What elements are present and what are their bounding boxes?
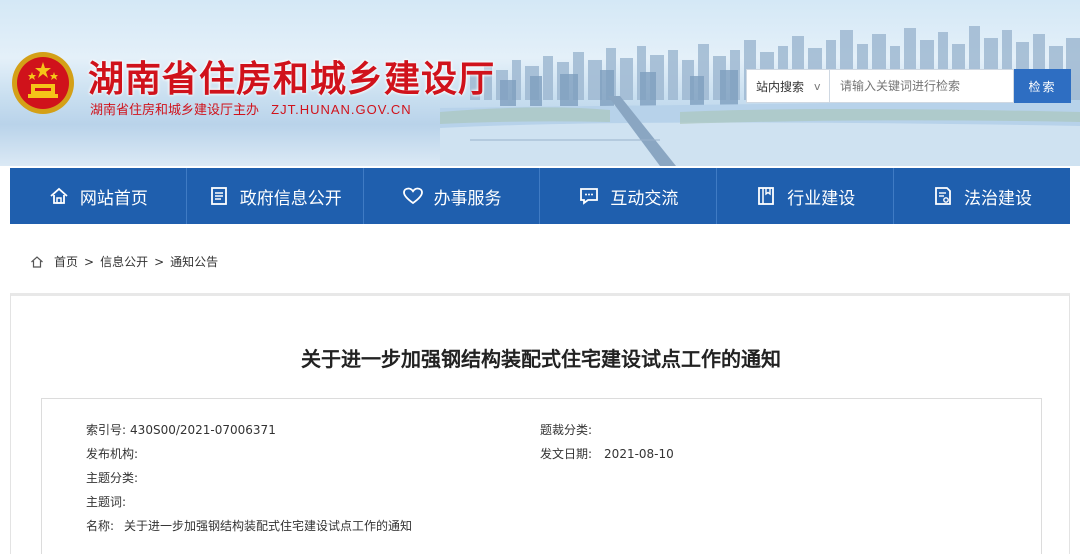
document-list-icon	[210, 187, 227, 205]
search-scope-label: 站内搜索	[756, 79, 805, 94]
meta-name-value: 关于进一步加强钢结构装配式住宅建设试点工作的通知	[124, 519, 413, 533]
site-subtitle-text: 湖南省住房和城乡建设厅主办	[90, 103, 260, 118]
meta-date-value: 2021-08-10	[604, 447, 674, 461]
meta-topic-label: 主题分类:	[86, 471, 139, 485]
nav-item-label: 办事服务	[433, 188, 502, 209]
search-scope-select[interactable]: 站内搜索 v	[746, 69, 830, 103]
home-icon	[50, 187, 68, 204]
nav-item-label: 行业建设	[787, 188, 856, 209]
site-title[interactable]: 湖南省住房和城乡建设厅	[88, 50, 495, 102]
nav-item-label: 互动交流	[610, 188, 679, 209]
meta-name-label: 名称:	[86, 519, 115, 533]
site-url: ZJT.HUNAN.GOV.CN	[271, 102, 412, 117]
nav-item-label: 政府信息公开	[239, 188, 342, 209]
article-title: 关于进一步加强钢结构装配式住宅建设试点工作的通知	[301, 347, 781, 371]
meta-date-label: 发文日期:	[540, 447, 593, 461]
search-input[interactable]	[830, 69, 1014, 103]
law-document-icon	[935, 187, 951, 205]
breadcrumb-separator: >	[84, 254, 95, 269]
meta-topic: 主题分类:	[86, 469, 142, 486]
nav-item-industry[interactable]: 行业建设	[717, 168, 895, 224]
nav-item-gov-info[interactable]: 政府信息公开	[187, 168, 364, 224]
meta-category-label: 题裁分类:	[540, 423, 593, 437]
nav-item-label: 法治建设	[964, 188, 1033, 209]
breadcrumb-separator: >	[154, 254, 165, 269]
meta-keywords: 主题词:	[86, 493, 130, 510]
meta-org-label: 发布机构:	[86, 447, 139, 461]
meta-category: 题裁分类:	[540, 421, 596, 438]
national-emblem-icon	[12, 52, 74, 114]
main-nav: 网站首页 政府信息公开 办事服务 互动交流 行业建设 法治建设	[10, 168, 1070, 224]
nav-item-home[interactable]: 网站首页	[10, 168, 187, 224]
chat-icon	[580, 188, 599, 205]
book-icon	[758, 187, 775, 205]
meta-date: 发文日期: 2021-08-10	[540, 445, 674, 462]
heart-icon	[402, 187, 423, 205]
chevron-down-icon: v	[814, 79, 821, 93]
nav-item-label: 网站首页	[79, 188, 148, 209]
meta-index: 索引号: 430S00/2021-07006371	[86, 421, 276, 438]
article-panel: 关于进一步加强钢结构装配式住宅建设试点工作的通知 索引号: 430S00/2021…	[10, 293, 1070, 554]
meta-keywords-label: 主题词:	[86, 495, 127, 509]
meta-index-label: 索引号:	[86, 423, 127, 437]
site-subtitle: 湖南省住房和城乡建设厅主办 ZJT.HUNAN.GOV.CN	[90, 99, 412, 118]
search-bar: 站内搜索 v 检索	[746, 69, 1071, 103]
nav-item-law[interactable]: 法治建设	[894, 168, 1070, 224]
article-meta-box: 索引号: 430S00/2021-07006371 题裁分类: 发布机构: 发文日…	[41, 398, 1042, 554]
breadcrumb-home[interactable]: 首页	[54, 253, 78, 270]
breadcrumb-info-public[interactable]: 信息公开	[100, 253, 148, 270]
header-banner: 湖南省住房和城乡建设厅 湖南省住房和城乡建设厅主办 ZJT.HUNAN.GOV.…	[0, 0, 1080, 166]
home-icon	[31, 255, 43, 268]
meta-name: 名称: 关于进一步加强钢结构装配式住宅建设试点工作的通知	[86, 517, 412, 534]
meta-index-value: 430S00/2021-07006371	[130, 423, 276, 437]
nav-item-services[interactable]: 办事服务	[364, 168, 541, 224]
meta-org: 发布机构:	[86, 445, 142, 462]
nav-item-interaction[interactable]: 互动交流	[540, 168, 718, 224]
search-button[interactable]: 检索	[1014, 69, 1071, 103]
breadcrumb-notices[interactable]: 通知公告	[170, 253, 218, 270]
breadcrumb: 首页 > 信息公开 > 通知公告	[30, 253, 218, 270]
